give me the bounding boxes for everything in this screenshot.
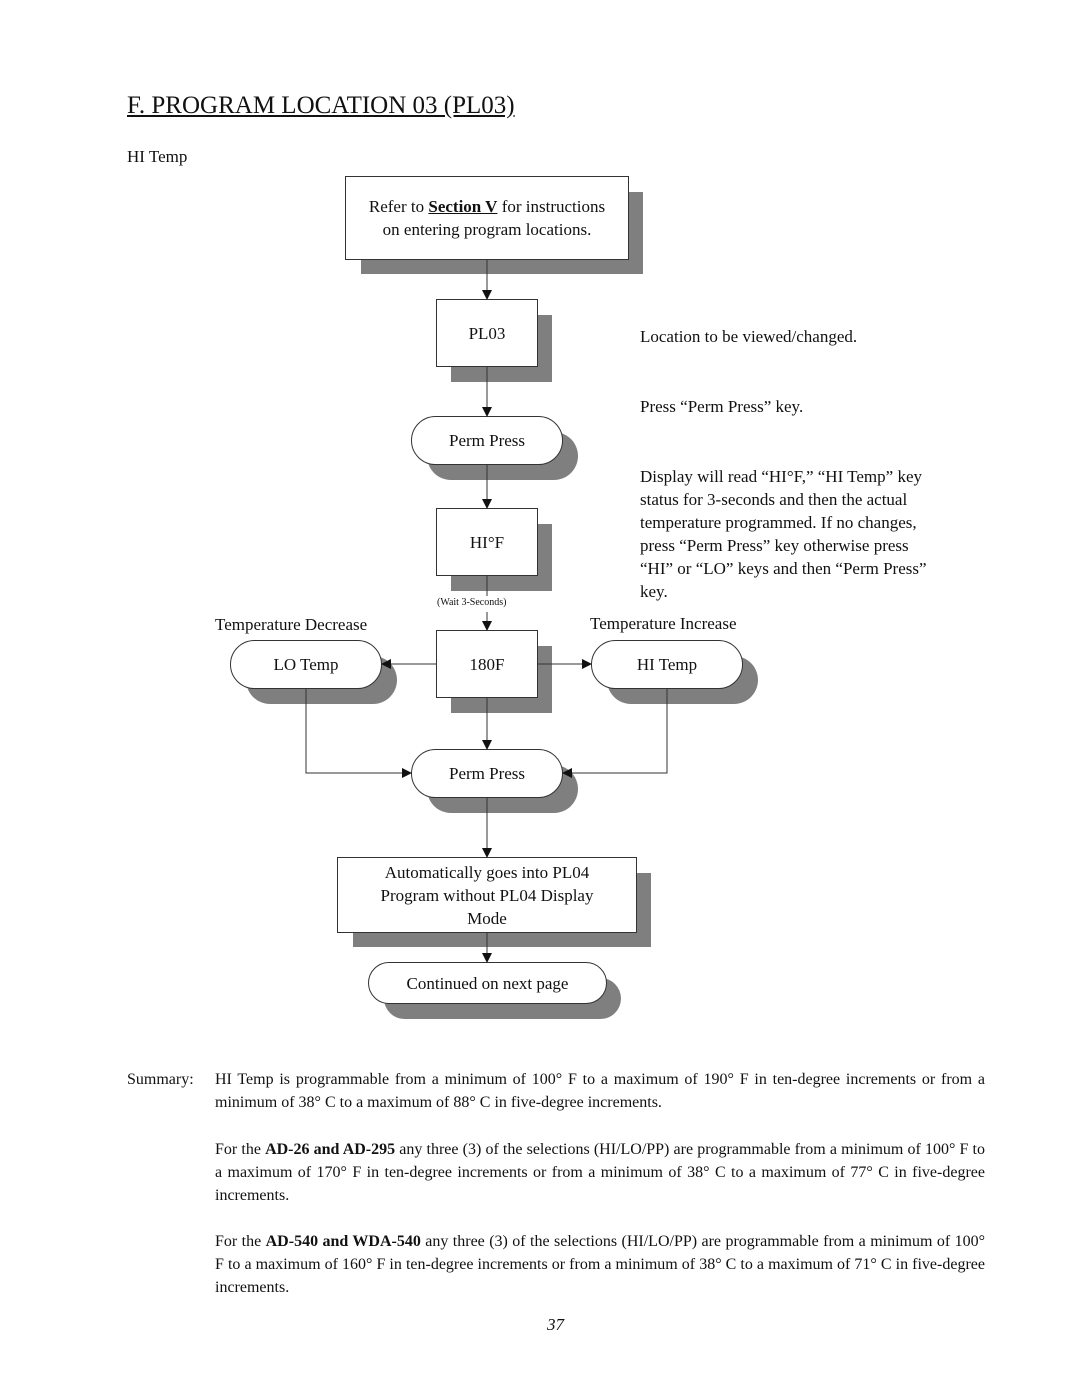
lo-temp-node: LO Temp xyxy=(230,640,382,689)
note-location: Location to be viewed/changed. xyxy=(640,327,858,346)
summary-label: Summary: xyxy=(127,1071,194,1088)
value-box: 180F xyxy=(436,630,538,698)
auto-line-1: Automatically goes into PL04 xyxy=(384,862,590,882)
hi-temp-node: HI Temp xyxy=(591,640,743,689)
pl03-box: PL03 xyxy=(436,299,538,367)
wait-label: (Wait 3-Seconds) xyxy=(437,597,507,608)
page-title: F. PROGRAM LOCATION 03 (PL03) xyxy=(127,92,515,119)
intro-line-2: on entering program locations. xyxy=(382,220,592,239)
note-press: Press “Perm Press” key. xyxy=(640,397,804,416)
model-names-ad540: AD-540 and WDA-540 xyxy=(265,1233,421,1250)
summary-paragraph-2: For the AD-26 and AD-295 any three (3) o… xyxy=(215,1141,985,1204)
note-display: Display will read “HI°F,” “HI Temp” key … xyxy=(640,467,927,601)
summary-paragraph-1: HI Temp is programmable from a minimum o… xyxy=(215,1071,985,1111)
increase-label: Temperature Increase xyxy=(590,614,737,633)
auto-line-2: Program without PL04 Display xyxy=(380,885,594,905)
section-v-link[interactable]: Section V xyxy=(428,197,497,216)
intro-line-1: Refer to Section V for instructions xyxy=(368,197,606,216)
summary-paragraph-3: For the AD-540 and WDA-540 any three (3)… xyxy=(215,1233,985,1296)
page-number: 37 xyxy=(547,1315,564,1334)
perm-press-node-2: Perm Press xyxy=(411,749,563,798)
auto-box: Automatically goes into PL04 Program wit… xyxy=(337,857,637,933)
decrease-label: Temperature Decrease xyxy=(215,615,368,634)
intro-box: Refer to Section V for instructions on e… xyxy=(345,176,629,260)
auto-line-3: Mode xyxy=(467,908,507,928)
model-names-ad26: AD-26 and AD-295 xyxy=(265,1141,396,1158)
continued-node: Continued on next page xyxy=(368,962,607,1004)
perm-press-node-1: Perm Press xyxy=(411,416,563,465)
hi-f-box: HI°F xyxy=(436,508,538,576)
section-subtitle: HI Temp xyxy=(127,147,188,166)
